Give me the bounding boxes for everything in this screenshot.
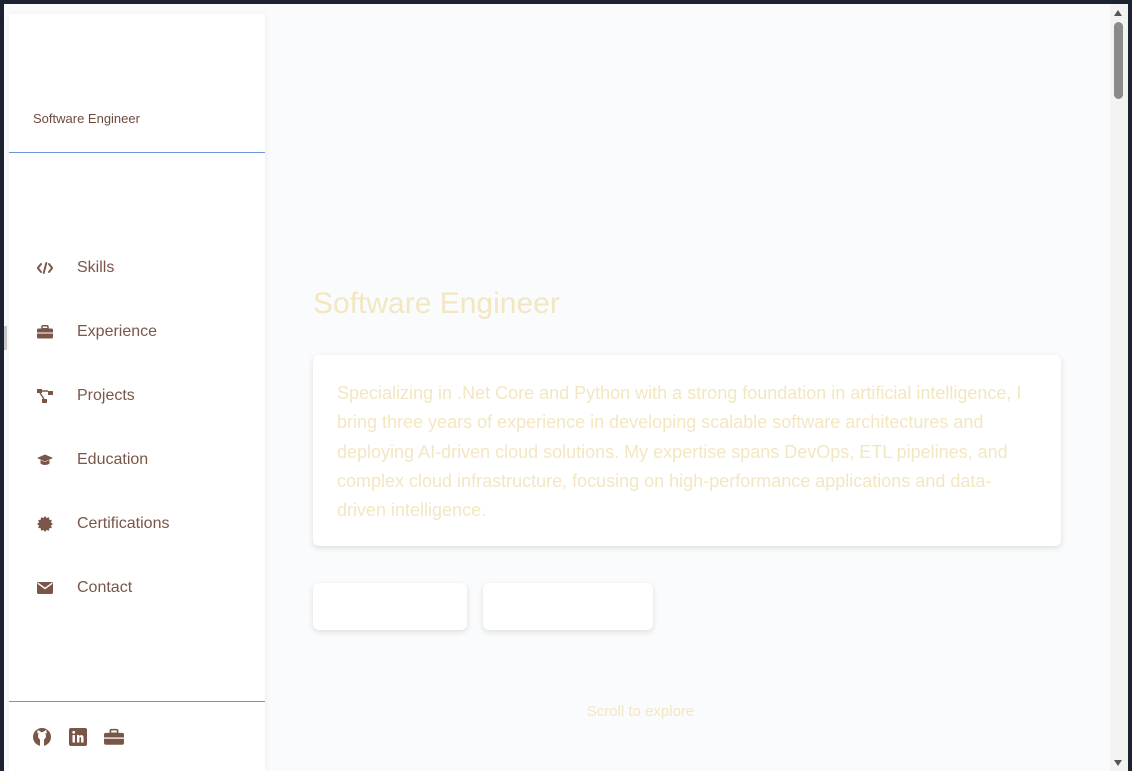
scroll-down-arrow-icon[interactable] <box>1114 760 1122 766</box>
vertical-scrollbar[interactable] <box>1110 4 1128 771</box>
graduation-cap-icon <box>37 452 53 468</box>
action-button-secondary[interactable] <box>483 583 653 630</box>
social-links <box>9 701 265 771</box>
briefcase-icon <box>37 324 53 340</box>
sidebar-item-projects[interactable]: Projects <box>9 364 265 428</box>
sidebar-item-education[interactable]: Education <box>9 428 265 492</box>
sidebar-item-contact[interactable]: Contact <box>9 556 265 620</box>
briefcase-icon[interactable] <box>104 727 124 747</box>
sidebar-item-skills[interactable]: Skills <box>9 236 265 300</box>
resize-handle[interactable] <box>4 326 7 350</box>
sidebar-role: Software Engineer <box>33 111 140 126</box>
summary-card: Specializing in .Net Core and Python wit… <box>313 355 1061 546</box>
sidebar-item-label: Projects <box>77 387 135 404</box>
sidebar-item-label: Certifications <box>77 515 170 532</box>
sidebar-item-experience[interactable]: Experience <box>9 300 265 364</box>
sidebar-item-label: Skills <box>77 259 115 276</box>
sidebar-header: Software Engineer <box>9 14 265 153</box>
page-title: Software Engineer <box>313 287 560 320</box>
certificate-icon <box>37 516 53 532</box>
action-button-primary[interactable] <box>313 583 467 630</box>
envelope-icon <box>37 580 53 596</box>
sidebar: Software Engineer Skills Experience Proj… <box>9 14 265 771</box>
scroll-hint: Scroll to explore <box>586 703 695 720</box>
scroll-up-arrow-icon[interactable] <box>1114 10 1122 16</box>
project-diagram-icon <box>37 388 53 404</box>
linkedin-icon[interactable] <box>68 727 88 747</box>
sidebar-item-label: Contact <box>77 579 133 596</box>
sidebar-item-certifications[interactable]: Certifications <box>9 492 265 556</box>
sidebar-item-label: Education <box>77 451 149 468</box>
summary-text: Specializing in .Net Core and Python wit… <box>337 383 1022 521</box>
sidebar-item-label: Experience <box>77 323 158 340</box>
scrollbar-thumb[interactable] <box>1114 22 1123 99</box>
main-content: Software Engineer Specializing in .Net C… <box>265 4 1110 771</box>
code-icon <box>37 260 53 276</box>
sidebar-nav: Skills Experience Projects Education Cer… <box>9 236 265 620</box>
github-icon[interactable] <box>32 727 52 747</box>
app-window: Software Engineer Skills Experience Proj… <box>4 4 1128 771</box>
